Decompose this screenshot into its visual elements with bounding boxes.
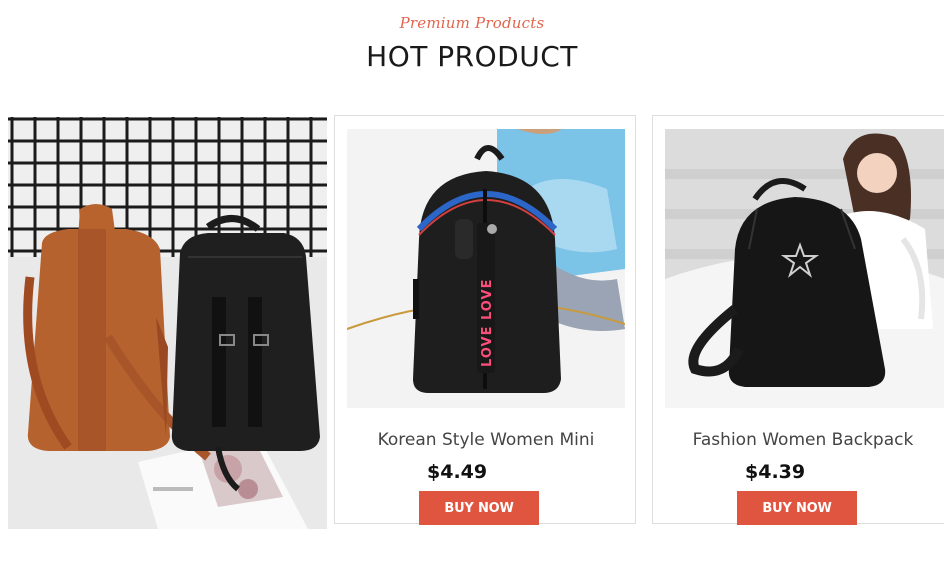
product-card[interactable]: Fashion Women Backpack $4.39 BUY NOW: [652, 115, 944, 525]
women-backpack-illustration: [665, 129, 944, 408]
product-price: $4.49: [427, 461, 488, 483]
strap-text: LOVE LOVE: [480, 279, 495, 367]
buy-now-button[interactable]: BUY NOW: [419, 491, 539, 525]
product-name[interactable]: Fashion Women Backpack: [653, 430, 944, 450]
featured-product-image[interactable]: [8, 117, 327, 529]
mini-backpack-illustration: LOVE LOVE: [347, 129, 625, 408]
section-title: HOT PRODUCT: [366, 40, 578, 73]
product-price: $4.39: [745, 461, 806, 483]
product-card[interactable]: LOVE LOVE Korean Style Women Mini $4.49 …: [334, 115, 637, 525]
featured-backpacks-illustration: [8, 117, 327, 529]
section-subtitle: Premium Products: [399, 14, 545, 32]
product-image[interactable]: [665, 129, 944, 408]
product-name[interactable]: Korean Style Women Mini: [335, 430, 637, 450]
black-backpack: [171, 215, 320, 492]
buy-now-button[interactable]: BUY NOW: [737, 491, 857, 525]
product-image[interactable]: LOVE LOVE: [347, 129, 625, 408]
